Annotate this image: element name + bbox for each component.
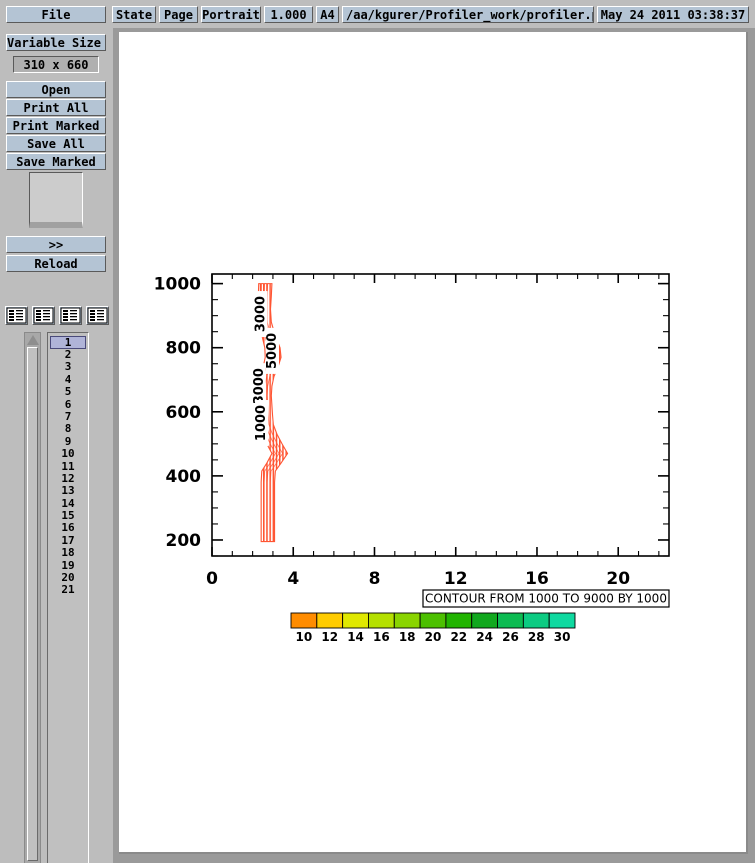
save-marked-button[interactable]: Save Marked bbox=[6, 153, 106, 170]
x-tick-label: 12 bbox=[444, 569, 468, 589]
x-tick-label: 0 bbox=[206, 569, 218, 589]
plot-frame bbox=[211, 273, 670, 557]
colorbar-cell bbox=[393, 612, 421, 629]
page-list-scrollbar[interactable] bbox=[24, 332, 41, 863]
colorbar-cell bbox=[419, 612, 447, 629]
left-control-panel: Variable Size 310 x 660 Open Print All P… bbox=[0, 28, 115, 863]
reload-button[interactable]: Reload bbox=[6, 255, 106, 272]
colorbar-tick-label: 28 bbox=[528, 630, 545, 644]
page-list-item[interactable]: 16 bbox=[50, 522, 86, 535]
orientation-button[interactable]: Portrait bbox=[201, 6, 261, 23]
variable-size-label[interactable]: Variable Size bbox=[6, 34, 106, 51]
page-layout-glyph bbox=[87, 307, 108, 324]
contour-label: 3000 bbox=[252, 368, 267, 404]
state-menu-button[interactable]: State bbox=[112, 6, 156, 23]
colorbar-cell bbox=[290, 612, 318, 629]
y-tick-label: 600 bbox=[166, 403, 202, 423]
print-all-button[interactable]: Print All bbox=[6, 99, 106, 116]
y-tick-label: 200 bbox=[166, 531, 202, 551]
colorbar-cell bbox=[368, 612, 395, 629]
page-layout-icon-2[interactable] bbox=[32, 306, 55, 325]
colorbar-tick-label: 16 bbox=[373, 630, 390, 644]
colorbar-cell bbox=[497, 612, 524, 629]
colorbar-tick-label: 18 bbox=[399, 630, 416, 644]
x-tick-label: 20 bbox=[606, 569, 630, 589]
colorbar-cell bbox=[316, 612, 344, 629]
page-layout-icon-4[interactable] bbox=[86, 306, 109, 325]
page-list-item[interactable]: 18 bbox=[50, 546, 86, 559]
x-tick-label: 8 bbox=[369, 569, 381, 589]
x-tick-label: 16 bbox=[525, 569, 549, 589]
colorbar-cell bbox=[445, 612, 473, 629]
colorbar-cell bbox=[522, 612, 550, 629]
zoom-level-button[interactable]: 1.000 bbox=[264, 6, 313, 23]
file-menu-button[interactable]: File bbox=[6, 6, 106, 23]
file-timestamp-label: May 24 2011 03:38:37 bbox=[597, 6, 749, 23]
page-list-item[interactable]: 5 bbox=[50, 385, 86, 398]
page-layout-glyph bbox=[6, 307, 27, 324]
paper-size-button[interactable]: A4 bbox=[316, 6, 339, 23]
colorbar-tick-label: 14 bbox=[347, 630, 364, 644]
page-dimensions-field: 310 x 660 bbox=[13, 56, 99, 73]
page-number-list[interactable]: 1 2 3 4 5 6 7 8 9 10 11 12 13 14 15 16 17 18 19 20 21 bbox=[47, 332, 89, 863]
scrollbar-thumb[interactable] bbox=[27, 347, 38, 861]
colorbar-tick-label: 26 bbox=[502, 630, 519, 644]
page-list-item[interactable]: 10 bbox=[50, 447, 86, 460]
scroll-up-arrow-icon[interactable] bbox=[27, 335, 39, 345]
page-menu-button[interactable]: Page bbox=[159, 6, 198, 23]
page-layout-icon-1[interactable] bbox=[5, 306, 28, 325]
print-marked-button[interactable]: Print Marked bbox=[6, 117, 106, 134]
page-layout-glyph bbox=[33, 307, 54, 324]
colorbar-tick-label: 22 bbox=[450, 630, 467, 644]
page-layout-glyph bbox=[60, 307, 81, 324]
colorbar-tick-label: 24 bbox=[476, 630, 493, 644]
x-tick-label: 4 bbox=[287, 569, 299, 589]
y-tick-label: 800 bbox=[166, 339, 202, 359]
y-tick-label: 400 bbox=[166, 467, 202, 487]
contour-label: 1000 bbox=[254, 405, 269, 441]
save-all-button[interactable]: Save All bbox=[6, 135, 106, 152]
page-list-item[interactable]: 3 bbox=[50, 360, 86, 373]
colorbar-tick-label: 10 bbox=[296, 630, 313, 644]
open-button[interactable]: Open bbox=[6, 81, 106, 98]
page-list-item[interactable]: 13 bbox=[50, 484, 86, 497]
postscript-page: 0 4 8 12 16 20 200 400 600 800 1000 3000 5000 3000 100… bbox=[119, 32, 748, 854]
page-list-item[interactable]: 21 bbox=[50, 584, 86, 597]
page-thumbnail-preview[interactable] bbox=[29, 172, 83, 228]
colorbar-cell bbox=[471, 612, 498, 629]
colorbar-tick-label: 20 bbox=[425, 630, 442, 644]
next-page-button[interactable]: >> bbox=[6, 236, 106, 253]
contour-label: 5000 bbox=[265, 333, 280, 369]
document-view-area[interactable]: 0 4 8 12 16 20 200 400 600 800 1000 3000 5000 3000 100… bbox=[113, 28, 755, 863]
colorbar-tick-label: 12 bbox=[321, 630, 338, 644]
colorbar-tick-label: 30 bbox=[554, 630, 571, 644]
ghostview-window: File State Page Portrait 1.000 A4 /aa/kg… bbox=[0, 0, 755, 863]
page-layout-icon-3[interactable] bbox=[59, 306, 82, 325]
contour-plot: 0 4 8 12 16 20 200 400 600 800 1000 3000 5000 3000 100… bbox=[119, 32, 746, 852]
contour-label: 3000 bbox=[253, 296, 268, 332]
file-path-field[interactable]: /aa/kgurer/Profiler_work/profiler.ps bbox=[342, 6, 594, 23]
colorbar-cell bbox=[342, 612, 369, 629]
page-layout-icon-row bbox=[5, 306, 109, 325]
plot-svg: 0 4 8 12 16 202004006008001000300050003000100… bbox=[154, 273, 670, 644]
y-tick-label: 1000 bbox=[154, 275, 201, 295]
contour-label-group: 5000 bbox=[265, 327, 280, 374]
colorbar-cell bbox=[548, 612, 576, 629]
contour-annotation-text: CONTOUR FROM 1000 TO 9000 BY 1000 bbox=[425, 592, 667, 606]
top-toolbar: File State Page Portrait 1.000 A4 /aa/kg… bbox=[0, 0, 755, 28]
contour-label-group: 1000 bbox=[254, 400, 269, 447]
page-list-item[interactable]: 8 bbox=[50, 422, 86, 435]
